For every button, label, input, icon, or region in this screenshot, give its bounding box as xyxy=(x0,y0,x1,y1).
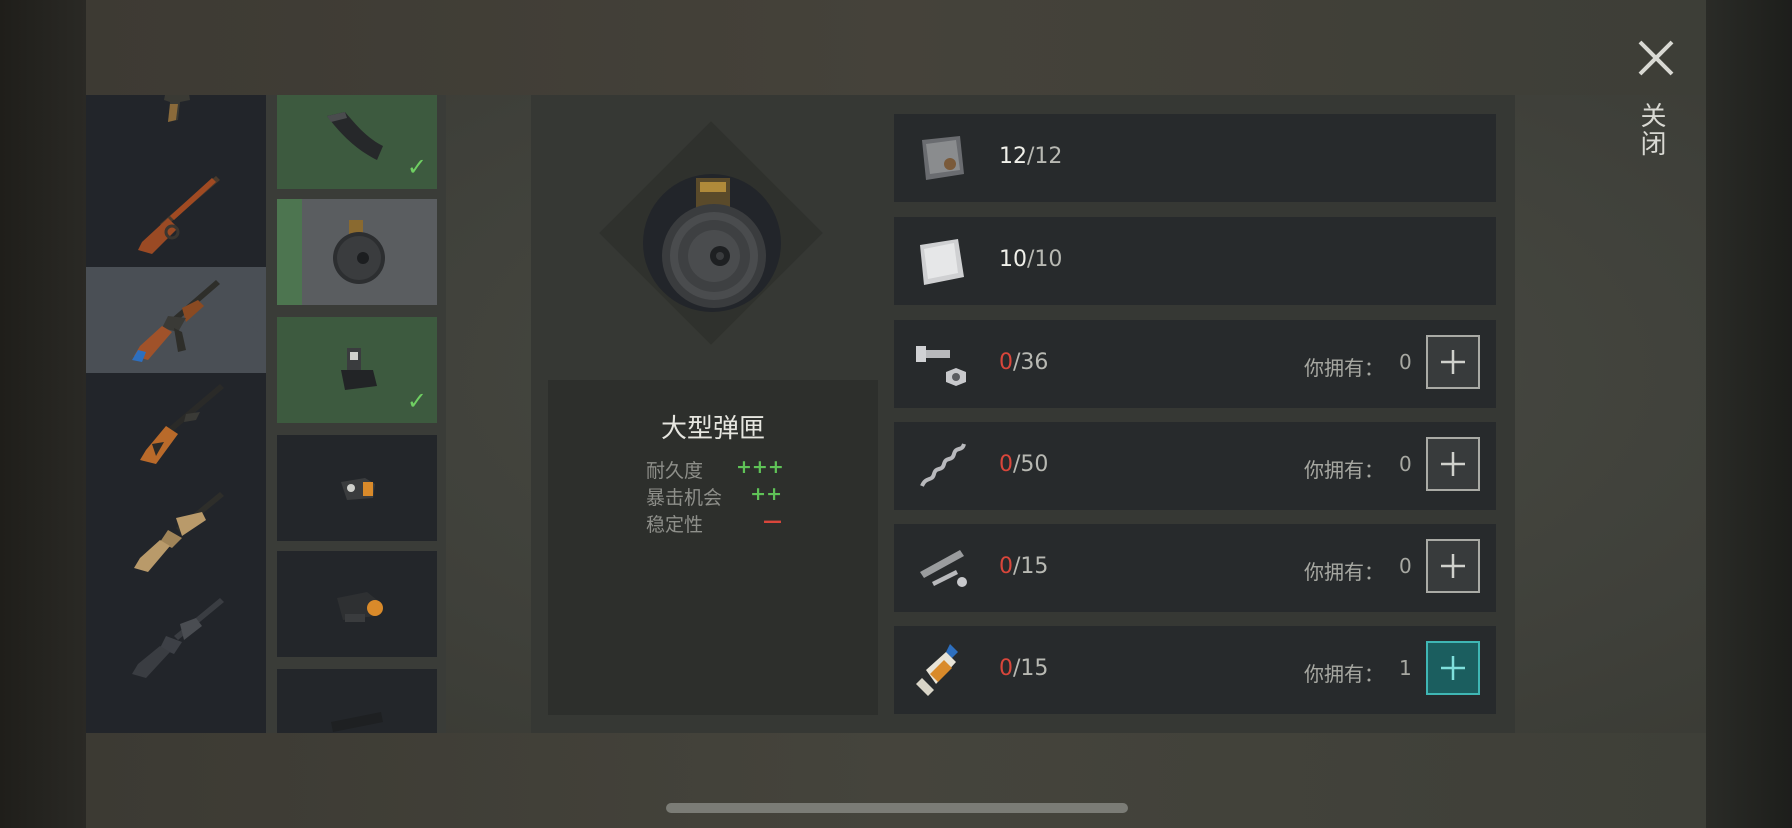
requirement-row-metal-plate: 12/12 xyxy=(894,114,1496,202)
plus-icon xyxy=(1441,554,1465,578)
requirement-row-aluminum-plate: 10/10 xyxy=(894,217,1496,305)
top-band xyxy=(86,0,1706,95)
scope-icon xyxy=(331,712,383,732)
owned-label: 你拥有： xyxy=(1304,662,1384,686)
attachment-scope[interactable] xyxy=(277,669,437,733)
requirement-count: 12/12 xyxy=(999,144,1063,169)
stat-label-durability: 耐久度 xyxy=(646,460,704,482)
requirement-count: 0/50 xyxy=(999,452,1049,477)
owned-value: 0 xyxy=(1399,452,1412,476)
attachment-list[interactable]: ✓ ✓ xyxy=(266,95,446,733)
backdrop-left xyxy=(0,0,86,828)
attachment-red-dot[interactable] xyxy=(277,435,437,541)
backdrop-right xyxy=(1706,0,1792,828)
add-glue-button[interactable] xyxy=(1426,641,1480,695)
owned-label: 你拥有： xyxy=(1304,458,1384,482)
weapon-item-dragunov[interactable] xyxy=(86,373,266,479)
stat-value-durability: +++ xyxy=(736,456,784,478)
requirement-count: 0/36 xyxy=(999,350,1049,375)
add-bolts-button[interactable] xyxy=(1426,335,1480,389)
owned-value: 0 xyxy=(1399,350,1412,374)
installed-check-icon: ✓ xyxy=(406,387,427,415)
requirement-count: 10/10 xyxy=(999,247,1063,272)
plus-icon xyxy=(1441,350,1465,374)
lever-rifle-icon xyxy=(138,176,220,254)
weapon-list[interactable] xyxy=(86,95,266,733)
stat-label-crit-chance: 暴击机会 xyxy=(646,487,723,509)
weapon-item-pistol[interactable] xyxy=(86,95,266,161)
item-title: 大型弹匣 xyxy=(660,414,765,444)
drum-magazine-icon xyxy=(333,220,385,284)
attachment-curved-magazine[interactable]: ✓ xyxy=(277,95,437,189)
home-indicator[interactable] xyxy=(666,803,1128,813)
stat-value-crit-chance: ++ xyxy=(750,483,782,505)
weapon-item-lever-rifle[interactable] xyxy=(86,161,266,267)
weapon-parts-icon xyxy=(920,550,967,587)
stat-label-stability: 稳定性 xyxy=(646,514,704,536)
bolts-nuts-icon xyxy=(916,346,966,386)
plus-icon xyxy=(1441,656,1465,680)
attachment-rear-sight[interactable]: ✓ xyxy=(277,317,437,423)
close-icon[interactable] xyxy=(1636,38,1676,78)
requirement-row-spring: 0/50 你拥有： 0 xyxy=(894,422,1496,510)
weapon-item-m16-rifle[interactable] xyxy=(86,585,266,691)
red-dot-sight-icon xyxy=(341,478,375,500)
weapon-item-scar-rifle[interactable] xyxy=(86,479,266,585)
owned-label: 你拥有： xyxy=(1304,356,1384,380)
bottom-band xyxy=(86,733,1706,828)
stat-value-stability: — xyxy=(763,510,782,532)
selection-indicator xyxy=(248,311,262,335)
curved-magazine-icon xyxy=(327,112,383,160)
owned-value: 0 xyxy=(1399,554,1412,578)
aluminum-plate-icon xyxy=(920,239,964,285)
holographic-sight-icon xyxy=(337,592,383,622)
plus-icon xyxy=(1441,452,1465,476)
attachment-holo-sight[interactable] xyxy=(277,551,437,657)
m16-rifle-icon xyxy=(132,598,224,678)
spring-icon xyxy=(920,443,966,487)
metal-plate-icon xyxy=(922,136,964,180)
installed-check-icon: ✓ xyxy=(406,153,427,181)
requirement-row-weapon-parts: 0/15 你拥有： 0 xyxy=(894,524,1496,612)
owned-value: 1 xyxy=(1399,656,1412,680)
rear-sight-icon xyxy=(341,348,377,390)
add-spring-button[interactable] xyxy=(1426,437,1480,491)
requirement-row-glue: 0/15 你拥有： 1 xyxy=(894,626,1496,714)
requirement-count: 0/15 xyxy=(999,554,1049,579)
weapon-item-ak-rifle[interactable] xyxy=(86,267,266,373)
requirement-count: 0/15 xyxy=(999,656,1049,681)
drum-magazine-preview-icon xyxy=(662,178,766,308)
glue-icon xyxy=(916,644,958,696)
close-button-label[interactable]: 关闭 xyxy=(1636,102,1670,158)
ak-rifle-icon xyxy=(132,280,220,362)
attachment-drum-magazine[interactable] xyxy=(277,199,437,305)
requirement-row-bolts: 0/36 你拥有： 0 xyxy=(894,320,1496,408)
current-indicator-bar xyxy=(277,199,302,305)
scar-rifle-icon xyxy=(134,492,224,572)
owned-label: 你拥有： xyxy=(1304,560,1384,584)
add-weapon-parts-button[interactable] xyxy=(1426,539,1480,593)
dragunov-icon xyxy=(140,384,224,464)
pistol-icon xyxy=(164,95,190,122)
